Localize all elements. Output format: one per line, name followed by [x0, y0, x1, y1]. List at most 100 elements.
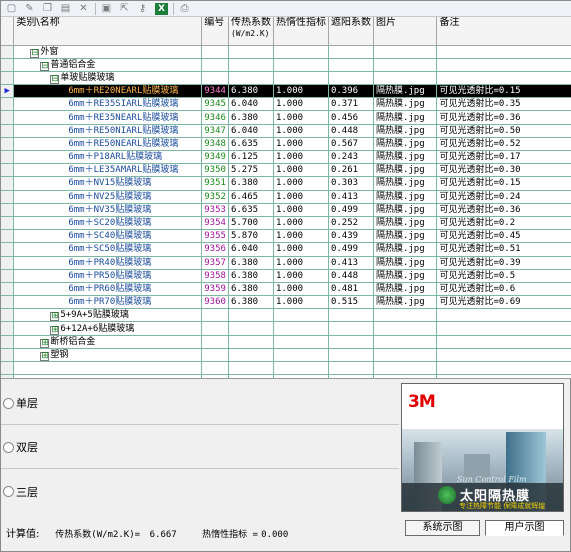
- user-view-button[interactable]: 用户示图: [485, 520, 564, 536]
- collapse-icon[interactable]: ⊟: [50, 74, 60, 84]
- cell-inertia: 1.000: [273, 242, 329, 257]
- single-radio[interactable]: [3, 397, 14, 409]
- tree-row-putong[interactable]: ⊟普通铝合金: [1, 58, 571, 72]
- cell-u: 6.465: [228, 190, 274, 204]
- table-row[interactable]: ▶ 6mm＋RE20NEARL贴膜玻璃 9344 6.380 1.000 0.396 隔热膜…: [1, 84, 571, 99]
- empty-row: [1, 361, 571, 376]
- table-row[interactable]: 6mm＋NV15贴膜玻璃 9351 6.380 1.000 0.303 隔热膜.jpg 可见…: [1, 176, 571, 191]
- col-header-code[interactable]: 编号: [201, 17, 229, 46]
- cell-shade: 0.456: [328, 110, 374, 125]
- paste-icon[interactable]: ▤: [57, 2, 74, 16]
- cell-code: 9349: [201, 150, 229, 165]
- expand-icon[interactable]: ⊞: [40, 351, 50, 361]
- row-indicator: [1, 216, 15, 231]
- table-row[interactable]: 6mm＋NV35贴膜玻璃 9353 6.635 1.000 0.499 隔热膜.jpg 可见…: [1, 203, 571, 217]
- cell-u: 6.380: [228, 176, 274, 191]
- cell-name: 6mm＋PR60贴膜玻璃: [13, 282, 203, 297]
- tree-row-g59[interactable]: ⊞5+9A+5贴膜玻璃: [1, 308, 571, 323]
- table-row[interactable]: 6mm＋SC20贴膜玻璃 9354 5.700 1.000 0.252 隔热膜.jpg 可见…: [1, 216, 571, 231]
- table-row[interactable]: 6mm＋SC50贴膜玻璃 9356 6.040 1.000 0.499 隔热膜.jpg 可见…: [1, 242, 571, 257]
- row-indicator: [1, 97, 15, 112]
- u-label: 传热系数(W/m2.K)=: [55, 530, 141, 540]
- save-icon[interactable]: ▣: [98, 2, 115, 16]
- cell-name: 6mm＋SC50贴膜玻璃: [13, 242, 203, 257]
- tree-label-suliao: 塑钢: [50, 349, 69, 360]
- edit-icon[interactable]: ✎: [21, 2, 38, 16]
- system-view-button[interactable]: 系统示图: [405, 520, 480, 536]
- copy-icon[interactable]: ❐: [39, 2, 56, 16]
- row-header-corner: [1, 17, 15, 46]
- col-header-inertia[interactable]: 热惰性指标: [273, 17, 329, 46]
- cell-code: 9355: [201, 229, 229, 244]
- tree-row-waichuang[interactable]: ⊟外窗: [1, 45, 571, 59]
- option-double[interactable]: 双层: [1, 426, 399, 469]
- cell-shade: 0.567: [328, 137, 374, 152]
- cell-pic: 隔热膜.jpg: [373, 269, 438, 283]
- table-row[interactable]: 6mm＋SC40贴膜玻璃 9355 5.870 1.000 0.439 隔热膜.jpg 可见…: [1, 229, 571, 244]
- double-radio[interactable]: [3, 441, 14, 453]
- col-header-u[interactable]: 传热系数 (W/m2.K): [228, 17, 274, 46]
- table-row[interactable]: 6mm＋PR40贴膜玻璃 9357 6.380 1.000 0.413 隔热膜.jpg 可见…: [1, 256, 571, 270]
- col-header-pic[interactable]: 图片: [373, 17, 438, 46]
- option-triple[interactable]: 三层: [1, 470, 399, 513]
- cell-note: 可见光透射比=0.17: [436, 150, 571, 165]
- table-row[interactable]: 6mm＋RE35SIARL贴膜玻璃 9345 6.040 1.000 0.371 隔热膜.…: [1, 97, 571, 112]
- new-icon[interactable]: ▢: [3, 2, 20, 16]
- print-icon[interactable]: ⎙: [176, 2, 193, 16]
- table-row[interactable]: 6mm＋NV25贴膜玻璃 9352 6.465 1.000 0.413 隔热膜.jpg 可见…: [1, 190, 571, 204]
- cell-pic: 隔热膜.jpg: [373, 176, 438, 191]
- table-row[interactable]: 6mm＋LE35AMARL贴膜玻璃 9350 5.275 1.000 0.261 隔热膜.…: [1, 163, 571, 178]
- table-row[interactable]: 6mm＋P18ARL贴膜玻璃 9349 6.125 1.000 0.243 隔热膜.jpg…: [1, 150, 571, 165]
- cell-code: 9348: [201, 137, 229, 152]
- collapse-icon[interactable]: ⊟: [40, 61, 50, 71]
- option-single[interactable]: 单层: [1, 382, 399, 425]
- tree-row-g612[interactable]: ⊞6+12A+6贴膜玻璃: [1, 321, 571, 336]
- key-icon[interactable]: ⚷: [134, 2, 151, 16]
- triple-radio[interactable]: [3, 486, 14, 497]
- table-row[interactable]: 6mm＋RE35NEARL贴膜玻璃 9346 6.380 1.000 0.456 隔热膜.…: [1, 110, 571, 125]
- col-header-name[interactable]: 类别\名称: [13, 17, 203, 46]
- cell-name: 6mm＋NV25贴膜玻璃: [13, 190, 203, 204]
- inertia-label: 热惰性指标 =: [202, 530, 258, 540]
- cell-name: 6mm＋RE50NEARL贴膜玻璃: [13, 137, 203, 152]
- tree-row-danbo[interactable]: ⊟单玻贴膜玻璃: [1, 71, 571, 86]
- cell-note: 可见光透射比=0.39: [436, 256, 571, 270]
- cell-name: ⊞断桥铝合金: [13, 335, 203, 349]
- table-row[interactable]: 6mm＋RE50NEARL贴膜玻璃 9348 6.635 1.000 0.567 隔热膜.…: [1, 137, 571, 152]
- cell-shade: 0.252: [328, 216, 374, 231]
- excel-icon[interactable]: X: [155, 2, 168, 15]
- cell-inertia: 1.000: [273, 137, 329, 152]
- delete-icon[interactable]: ✕: [75, 2, 92, 16]
- expand-icon[interactable]: ⊞: [50, 312, 60, 321]
- cell-u: 6.635: [228, 137, 274, 152]
- cell-shade: 0.448: [328, 269, 374, 283]
- cell-code: 9345: [201, 97, 229, 112]
- cell-code: 9351: [201, 176, 229, 191]
- col-header-shade[interactable]: 遮阳系数: [328, 17, 374, 46]
- col-header-note[interactable]: 备注: [436, 17, 571, 46]
- row-indicator: [1, 348, 15, 363]
- tree-label-g612: 6+12A+6贴膜玻璃: [60, 323, 135, 334]
- tree-row-suliao[interactable]: ⊞塑钢: [1, 348, 571, 363]
- toolbar-separator: [95, 2, 96, 15]
- calc-readout: 计算值: 传热系数(W/m2.K)= 6.667 热惰性指标 = 0.000: [6, 525, 288, 540]
- table-row[interactable]: 6mm＋PR60贴膜玻璃 9359 6.380 1.000 0.481 隔热膜.jpg 可见…: [1, 282, 571, 297]
- table-row[interactable]: 6mm＋PR50贴膜玻璃 9358 6.380 1.000 0.448 隔热膜.jpg 可见…: [1, 269, 571, 283]
- cell-u: 6.635: [228, 203, 274, 217]
- tree-row-duanqiao[interactable]: ⊞断桥铝合金: [1, 335, 571, 349]
- cell-note: 可见光透射比=0.69: [436, 295, 571, 310]
- table-row[interactable]: 6mm＋PR70贴膜玻璃 9360 6.380 1.000 0.515 隔热膜.jpg 可见…: [1, 295, 571, 310]
- cell-shade: 0.499: [328, 242, 374, 257]
- tree-label-g59: 5+9A+5贴膜玻璃: [60, 310, 129, 321]
- collapse-icon[interactable]: ⊟: [30, 48, 40, 58]
- expand-icon[interactable]: ⊞: [50, 325, 60, 335]
- cell-u: 6.380: [228, 295, 274, 310]
- material-grid[interactable]: 类别\名称 编号 传热系数 (W/m2.K) 热惰性指标 遮阳系数 图片 备注 ⊟…: [1, 17, 571, 379]
- export-icon[interactable]: ⇱: [116, 2, 133, 16]
- cell-code: 9357: [201, 256, 229, 270]
- cell-shade: 0.448: [328, 124, 374, 138]
- table-row[interactable]: 6mm＋RE50NIARL贴膜玻璃 9347 6.040 1.000 0.448 隔热膜.…: [1, 124, 571, 138]
- option-triple-label: 三层: [16, 485, 38, 499]
- cell-name: 6mm＋NV15贴膜玻璃: [13, 176, 203, 191]
- expand-icon[interactable]: ⊞: [40, 338, 50, 348]
